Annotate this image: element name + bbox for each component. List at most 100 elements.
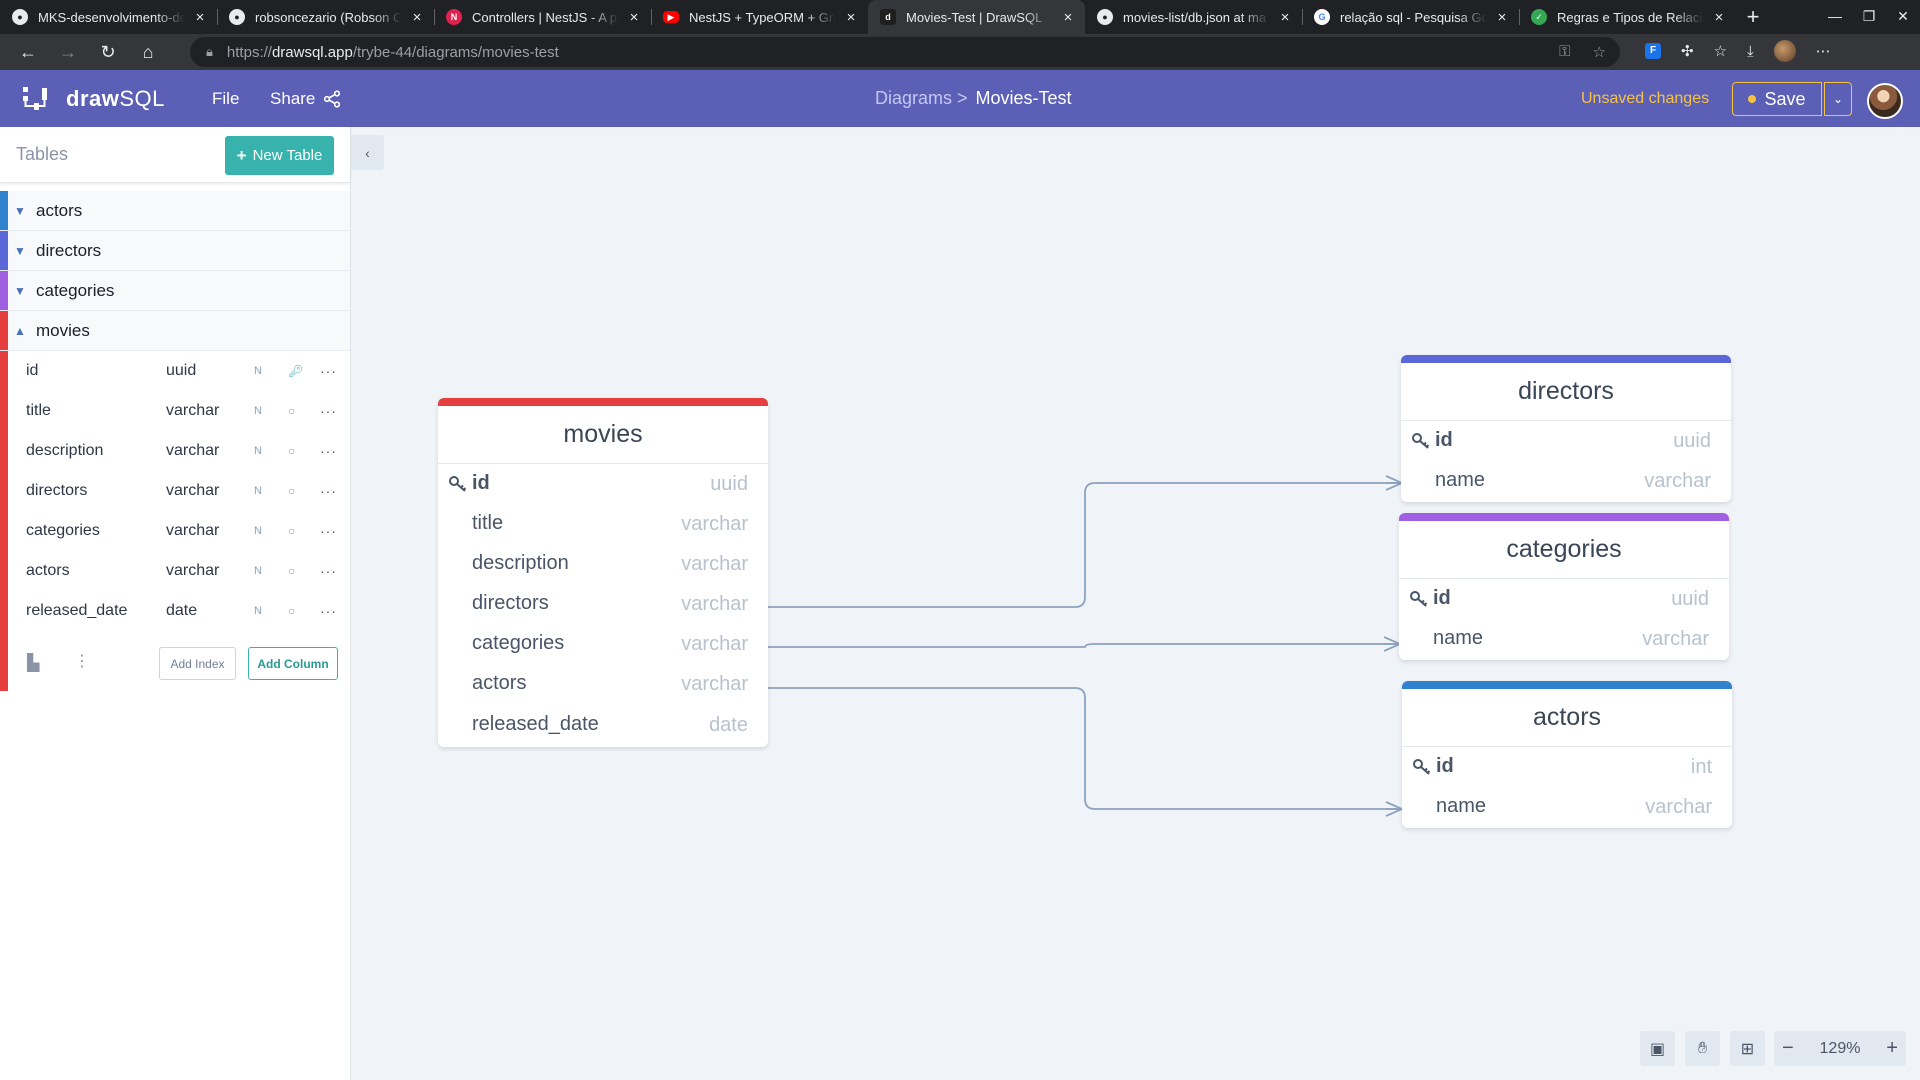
erd-row[interactable]: title varchar bbox=[438, 504, 768, 544]
erd-row[interactable]: name varchar bbox=[1401, 461, 1731, 501]
diagram-canvas[interactable]: movies id uuid title varchar description va… bbox=[352, 127, 1920, 1080]
restore-icon[interactable]: ❐ bbox=[1852, 0, 1886, 34]
more-options-icon[interactable]: ··· bbox=[320, 483, 337, 499]
column-row[interactable]: categories varchar N ○ ··· bbox=[0, 511, 350, 551]
column-row[interactable]: actors varchar N ○ ··· bbox=[0, 551, 350, 591]
column-row[interactable]: title varchar N ○ ··· bbox=[0, 391, 350, 431]
back-icon[interactable]: ← bbox=[8, 42, 48, 63]
erd-row[interactable]: categories varchar bbox=[438, 624, 768, 664]
nullable-toggle[interactable]: N bbox=[254, 605, 262, 617]
nullable-toggle[interactable]: N bbox=[254, 565, 262, 577]
favorites-icon[interactable]: ☆ bbox=[1714, 42, 1727, 60]
nullable-toggle[interactable]: N bbox=[254, 445, 262, 457]
erd-row[interactable]: name varchar bbox=[1399, 619, 1729, 659]
pan-tool-button[interactable]: ✋︎ bbox=[1685, 1031, 1720, 1066]
lock-icon[interactable]: 🔒︎ bbox=[206, 44, 213, 60]
erd-row[interactable]: id int bbox=[1402, 747, 1732, 787]
share-menu[interactable]: Share bbox=[270, 89, 341, 109]
reload-icon[interactable]: ↻ bbox=[88, 42, 128, 63]
nullable-toggle[interactable]: N bbox=[254, 525, 262, 537]
user-avatar[interactable] bbox=[1867, 83, 1903, 119]
browser-tab[interactable]: ● robsoncezario (Robson Ce × bbox=[217, 0, 434, 34]
key-toggle-icon[interactable]: ○ bbox=[288, 564, 295, 578]
zoom-in-button[interactable]: + bbox=[1886, 1037, 1898, 1060]
minimap-button[interactable]: ▣ bbox=[1640, 1031, 1675, 1066]
erd-row[interactable]: name varchar bbox=[1402, 787, 1732, 827]
forward-icon[interactable]: → bbox=[48, 42, 88, 63]
grid-button[interactable]: ⊞ bbox=[1730, 1031, 1765, 1066]
nullable-toggle[interactable]: N bbox=[254, 365, 262, 377]
minimize-icon[interactable]: — bbox=[1818, 0, 1852, 34]
sidebar-table-actors[interactable]: ▼ actors bbox=[0, 191, 350, 231]
erd-table-categories[interactable]: categories id uuid name varchar bbox=[1399, 513, 1729, 660]
key-toggle-icon[interactable]: ○ bbox=[288, 524, 295, 538]
key-toggle-icon[interactable]: ○ bbox=[288, 404, 295, 418]
add-column-button[interactable]: Add Column bbox=[248, 647, 338, 680]
add-index-button[interactable]: Add Index bbox=[159, 647, 236, 680]
erd-row[interactable]: directors varchar bbox=[438, 584, 768, 624]
new-table-button[interactable]: + New Table bbox=[225, 136, 334, 175]
close-tab-icon[interactable]: × bbox=[1276, 9, 1294, 26]
save-options-dropdown[interactable]: ⌄ bbox=[1824, 82, 1852, 116]
erd-row[interactable]: actors varchar bbox=[438, 664, 768, 705]
key-icon[interactable]: ⚿ bbox=[1559, 43, 1570, 61]
zoom-out-button[interactable]: − bbox=[1782, 1037, 1794, 1060]
home-icon[interactable]: ⌂ bbox=[128, 42, 168, 63]
nullable-toggle[interactable]: N bbox=[254, 485, 262, 497]
extension-icon[interactable]: F bbox=[1645, 43, 1661, 59]
close-tab-icon[interactable]: × bbox=[1493, 9, 1511, 26]
more-options-icon[interactable]: ··· bbox=[320, 563, 337, 579]
column-row[interactable]: directors varchar N ○ ··· bbox=[0, 471, 350, 511]
puzzle-icon[interactable]: ✣ bbox=[1681, 42, 1694, 60]
erd-row[interactable]: id uuid bbox=[1401, 421, 1731, 461]
browser-tab-active[interactable]: d Movies-Test | DrawSQL × bbox=[868, 0, 1085, 34]
column-row[interactable]: id uuid N 🔑︎ ··· bbox=[0, 351, 350, 391]
key-toggle-icon[interactable]: ○ bbox=[288, 484, 295, 498]
erd-row[interactable]: id uuid bbox=[438, 464, 768, 504]
more-options-icon[interactable]: ··· bbox=[320, 403, 337, 419]
primary-key-icon[interactable]: 🔑︎ bbox=[288, 364, 303, 378]
more-options-icon[interactable]: ··· bbox=[320, 603, 337, 619]
close-tab-icon[interactable]: × bbox=[842, 9, 860, 26]
more-options-icon[interactable]: ··· bbox=[320, 523, 337, 539]
browser-tab[interactable]: ▶ NestJS + TypeORM + Grap × bbox=[651, 0, 868, 34]
sidebar-table-directors[interactable]: ▼ directors bbox=[0, 231, 350, 271]
more-options-icon[interactable]: ··· bbox=[320, 363, 337, 379]
nullable-toggle[interactable]: N bbox=[254, 405, 262, 417]
erd-row[interactable]: description varchar bbox=[438, 544, 768, 584]
vertical-dots-icon[interactable]: ⋮ bbox=[74, 651, 90, 671]
browser-tab[interactable]: N Controllers | NestJS - A pr × bbox=[434, 0, 651, 34]
menu-dots-icon[interactable]: ⋯ bbox=[1816, 42, 1831, 60]
diagram-title[interactable]: Movies-Test bbox=[976, 88, 1072, 109]
table-settings-icon[interactable]: ▙ bbox=[27, 653, 39, 673]
browser-tab[interactable]: ● MKS-desenvolvimento-de × bbox=[0, 0, 217, 34]
erd-table-actors[interactable]: actors id int name varchar bbox=[1402, 681, 1732, 828]
breadcrumb-diagrams[interactable]: Diagrams > bbox=[875, 88, 968, 109]
drawsql-logo[interactable]: drawSQL bbox=[22, 86, 165, 112]
browser-tab[interactable]: ✓ Regras e Tipos de Relacior × bbox=[1519, 0, 1736, 34]
sidebar-table-categories[interactable]: ▼ categories bbox=[0, 271, 350, 311]
erd-table-movies[interactable]: movies id uuid title varchar description va… bbox=[438, 398, 768, 747]
favorite-star-icon[interactable]: ☆ bbox=[1593, 43, 1606, 61]
close-tab-icon[interactable]: × bbox=[1710, 9, 1728, 26]
close-tab-icon[interactable]: × bbox=[625, 9, 643, 26]
new-tab-icon[interactable]: + bbox=[1736, 0, 1770, 34]
column-row[interactable]: description varchar N ○ ··· bbox=[0, 431, 350, 471]
browser-tab[interactable]: Grelação sql - Pesquisa Go × bbox=[1302, 0, 1519, 34]
close-window-icon[interactable]: ✕ bbox=[1886, 0, 1920, 34]
file-menu[interactable]: File bbox=[212, 89, 239, 109]
close-tab-icon[interactable]: × bbox=[1059, 9, 1077, 26]
erd-row[interactable]: id uuid bbox=[1399, 579, 1729, 619]
erd-table-directors[interactable]: directors id uuid name varchar bbox=[1401, 355, 1731, 502]
save-button[interactable]: Save bbox=[1732, 82, 1822, 116]
column-row[interactable]: released_date date N ○ ··· bbox=[0, 591, 350, 631]
sidebar-table-movies[interactable]: ▲ movies bbox=[0, 311, 350, 351]
download-icon[interactable]: ⤓ bbox=[1747, 43, 1754, 60]
address-bar[interactable]: 🔒︎ https://drawsql.app/trybe-44/diagrams… bbox=[190, 37, 1620, 67]
browser-tab[interactable]: ● movies-list/db.json at ma × bbox=[1085, 0, 1302, 34]
key-toggle-icon[interactable]: ○ bbox=[288, 444, 295, 458]
close-tab-icon[interactable]: × bbox=[191, 9, 209, 26]
close-tab-icon[interactable]: × bbox=[408, 9, 426, 26]
profile-avatar[interactable] bbox=[1773, 40, 1796, 62]
erd-row[interactable]: released_date date bbox=[438, 705, 768, 745]
